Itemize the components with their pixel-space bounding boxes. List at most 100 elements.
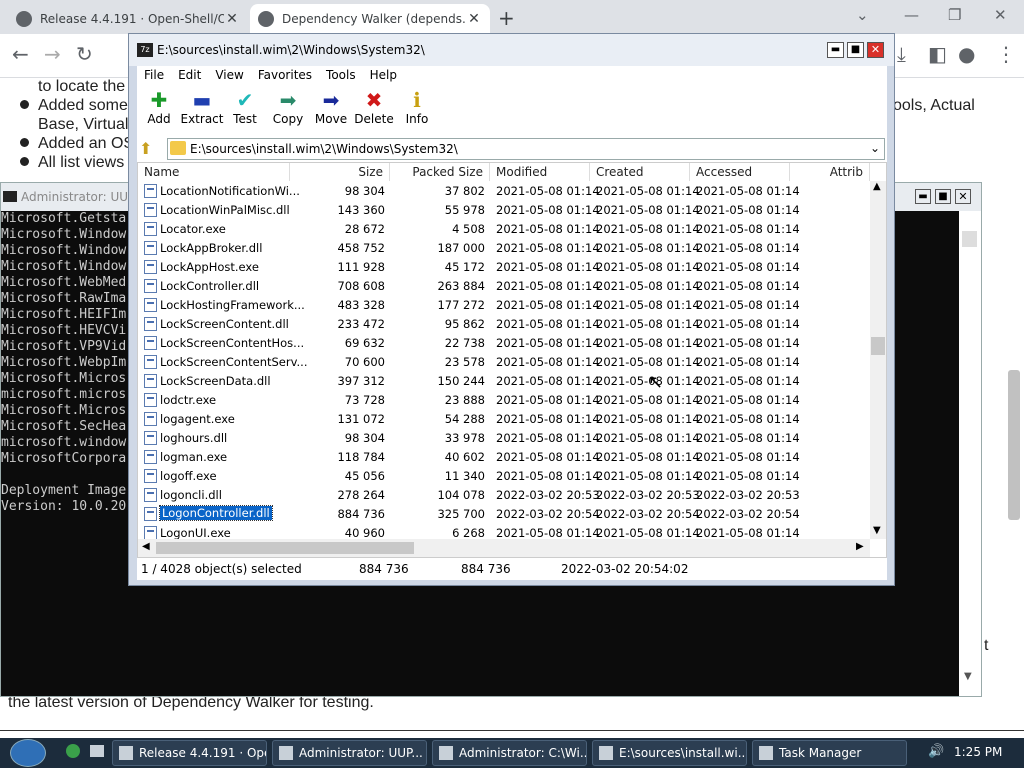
toolbar-move-button[interactable]: ➡ Move — [309, 88, 353, 126]
browser-tab-dependency-walker[interactable]: Dependency Walker (depends.e ✕ — [250, 4, 490, 34]
file-size: 111 928 — [337, 260, 385, 274]
menu-edit[interactable]: Edit — [171, 66, 208, 84]
mouse-cursor-icon: ↖ — [648, 372, 664, 393]
close-tab-icon[interactable]: ✕ — [466, 11, 482, 27]
restore-icon[interactable]: ❐ — [948, 6, 961, 24]
start-button[interactable] — [10, 739, 46, 767]
table-row[interactable]: LockAppBroker.dll 458 752 187 000 2021-05-0… — [138, 238, 878, 257]
taskbar-item[interactable]: Administrator: UUP... — [272, 740, 427, 766]
console-line: Microsoft.Getsta — [1, 211, 127, 226]
address-input[interactable]: E:\sources\install.wim\2\Windows\System3… — [167, 138, 885, 160]
copy-arrow-icon: ➡ — [279, 88, 297, 112]
table-row[interactable]: LockHostingFramework... 483 328 177 272 202… — [138, 295, 878, 314]
column-header-created[interactable]: Created — [590, 163, 690, 181]
column-header-modified[interactable]: Modified — [490, 163, 590, 181]
table-row[interactable]: logman.exe 118 784 40 602 2021-05-08 01:14 2… — [138, 447, 878, 466]
file-created: 2022-03-02 20:53 — [596, 488, 700, 502]
maximize-icon[interactable]: ■ — [935, 189, 951, 204]
minimize-icon[interactable]: ▬ — [827, 42, 844, 58]
download-icon[interactable]: ⤓ — [897, 42, 906, 66]
column-header-size[interactable]: Size — [290, 163, 390, 181]
7zip-titlebar[interactable]: 7z E:\sources\install.wim\2\Windows\Syst… — [129, 34, 894, 66]
console-scrollbar[interactable]: ▼ — [959, 211, 981, 696]
taskbar-item[interactable]: Release 4.4.191 · Ope... — [112, 740, 267, 766]
table-row[interactable]: LockAppHost.exe 111 928 45 172 2021-05-08 0… — [138, 257, 878, 276]
page-scrollbar-thumb[interactable] — [1008, 370, 1020, 520]
table-row[interactable]: LockScreenContentServ... 70 600 23 578 2021… — [138, 352, 878, 371]
table-row[interactable]: LockScreenContentHos... 69 632 22 738 2021-… — [138, 333, 878, 352]
column-header-packed-size[interactable]: Packed Size — [390, 163, 490, 181]
column-header-attrib[interactable]: Attrib — [790, 163, 870, 181]
taskbar-item[interactable]: E:\sources\install.wi... — [592, 740, 747, 766]
horizontal-scrollbar[interactable]: ◀ ▶ — [138, 539, 870, 557]
menu-view[interactable]: View — [208, 66, 250, 84]
7zip-window[interactable]: 7z E:\sources\install.wim\2\Windows\Syst… — [128, 33, 895, 586]
up-folder-icon[interactable]: ⬆ — [139, 139, 152, 158]
minimize-icon[interactable]: — — [904, 6, 919, 24]
table-row[interactable]: LockController.dll 708 608 263 884 2021-05-… — [138, 276, 878, 295]
file-name: LockHostingFramework... — [160, 298, 305, 312]
column-header-name[interactable]: Name — [138, 163, 290, 181]
menu-help[interactable]: Help — [363, 66, 404, 84]
scroll-down-icon[interactable]: ▼ — [964, 671, 972, 682]
table-row[interactable]: LocationNotificationWi... 98 304 37 802 202… — [138, 181, 878, 200]
desktop-quicklaunch-icon[interactable] — [90, 745, 104, 757]
file-list[interactable]: Name Size Packed Size Modified Created Access… — [137, 162, 887, 558]
scroll-left-icon[interactable]: ◀ — [142, 541, 150, 552]
table-row[interactable]: logoff.exe 45 056 11 340 2021-05-08 01:14 20… — [138, 466, 878, 485]
file-created: 2021-05-08 01:14 — [596, 450, 700, 464]
file-packed-size: 45 172 — [444, 260, 485, 274]
toolbar-extract-button[interactable]: ▬ Extract — [180, 88, 224, 126]
maximize-icon[interactable]: ■ — [847, 42, 864, 58]
table-row[interactable]: logagent.exe 131 072 54 288 2021-05-08 01:1… — [138, 409, 878, 428]
column-header-accessed[interactable]: Accessed — [690, 163, 790, 181]
toolbar-copy-button[interactable]: ➡ Copy — [266, 88, 310, 126]
table-row[interactable]: loghours.dll 98 304 33 978 2021-05-08 01:14… — [138, 428, 878, 447]
table-row[interactable]: LocationWinPalMisc.dll 143 360 55 978 2021-… — [138, 200, 878, 219]
chrome-quicklaunch-icon[interactable] — [66, 744, 80, 758]
table-row[interactable]: logoncli.dll 278 264 104 078 2022-03-02 20:… — [138, 485, 878, 504]
minimize-icon[interactable]: ▬ — [915, 189, 931, 204]
back-icon[interactable]: ← — [12, 42, 29, 66]
toolbar-add-button[interactable]: ✚ Add — [137, 88, 181, 126]
scrollbar-thumb[interactable] — [156, 542, 414, 554]
tab-search-icon[interactable]: ⌄ — [856, 6, 869, 24]
toolbar-label: Extract — [180, 112, 224, 126]
close-window-icon[interactable]: ✕ — [994, 6, 1007, 24]
toolbar-info-button[interactable]: ℹ Info — [395, 88, 439, 126]
sidepanel-icon[interactable]: ◧ — [928, 42, 947, 66]
table-row[interactable]: LockScreenContent.dll 233 472 95 862 2021-0… — [138, 314, 878, 333]
clock[interactable]: 1:25 PM — [954, 745, 1002, 759]
console-line: Microsoft.RawIma — [1, 291, 127, 306]
file-packed-size: 6 268 — [452, 526, 485, 540]
toolbar-test-button[interactable]: ✔ Test — [223, 88, 267, 126]
taskbar-item[interactable]: Task Manager — [752, 740, 907, 766]
scroll-right-icon[interactable]: ▶ — [856, 541, 864, 552]
table-row[interactable]: Locator.exe 28 672 4 508 2021-05-08 01:14 20… — [138, 219, 878, 238]
new-tab-button[interactable]: + — [498, 6, 515, 30]
close-icon[interactable]: ✕ — [955, 189, 971, 204]
table-row[interactable]: LockScreenData.dll 397 312 150 244 2021-05-… — [138, 371, 878, 390]
menu-favorites[interactable]: Favorites — [251, 66, 319, 84]
vertical-scrollbar[interactable]: ▲ ▼ — [870, 181, 886, 539]
menu-icon[interactable]: ⋮ — [996, 42, 1016, 66]
table-row[interactable]: lodctr.exe 73 728 23 888 2021-05-08 01:14 20… — [138, 390, 878, 409]
forward-icon[interactable]: → — [44, 42, 61, 66]
volume-icon[interactable]: 🔊 — [928, 744, 944, 759]
scrollbar-thumb[interactable] — [962, 231, 977, 247]
close-icon[interactable]: ✕ — [867, 42, 884, 58]
browser-tab-release[interactable]: Release 4.4.191 · Open-Shell/Op ✕ — [8, 4, 248, 34]
close-tab-icon[interactable]: ✕ — [224, 11, 240, 27]
table-row[interactable]: LogonController.dll 884 736 325 700 2022-03… — [138, 504, 878, 523]
taskbar-item[interactable]: Administrator: C:\Wi... — [432, 740, 587, 766]
toolbar-delete-button[interactable]: ✖ Delete — [352, 88, 396, 126]
reload-icon[interactable]: ↻ — [76, 42, 93, 66]
scroll-up-icon[interactable]: ▲ — [873, 181, 881, 192]
profile-icon[interactable]: ● — [958, 42, 975, 66]
menu-file[interactable]: File — [137, 66, 171, 84]
scrollbar-thumb[interactable] — [871, 337, 885, 355]
menu-tools[interactable]: Tools — [319, 66, 363, 84]
status-size: 884 736 — [359, 562, 409, 576]
scroll-down-icon[interactable]: ▼ — [873, 525, 881, 536]
chevron-down-icon[interactable]: ⌄ — [870, 141, 880, 155]
